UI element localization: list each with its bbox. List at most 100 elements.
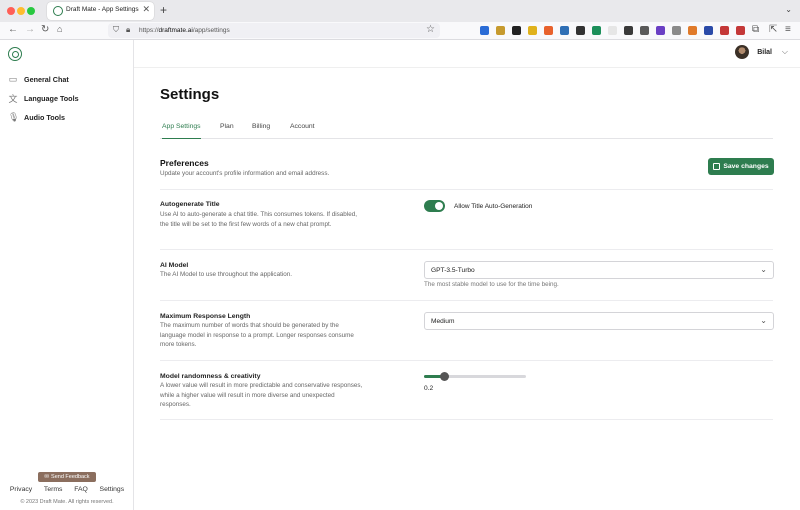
randomness-value: 0.2 [424,385,434,392]
header-divider [134,67,800,68]
divider [160,300,773,301]
user-name[interactable]: Bilal [757,49,772,56]
puzzle-icon[interactable]: ⧉ [752,24,759,35]
forward-arrow-icon[interactable]: → [25,24,35,35]
footer-link-privacy[interactable]: Privacy [10,486,32,493]
page-title: Settings [160,86,220,103]
sidebar-item-label: Language Tools [24,93,79,103]
title-autogen-toggle[interactable] [424,200,445,212]
browser-tab[interactable]: Draft Mate - App Settings ✕ [47,2,154,20]
extension-icon[interactable] [544,26,553,35]
divider [160,189,773,190]
ai-model-select[interactable]: GPT-3.5-Turbo ⌄ [424,261,774,279]
slider-thumb[interactable] [439,372,449,381]
tab-plan[interactable]: Plan [220,123,234,139]
chevron-down-icon[interactable]: ⌄ [785,5,792,14]
avatar[interactable] [735,45,750,59]
extension-icon[interactable] [672,26,681,35]
draftmate-logo-icon[interactable] [8,47,22,61]
toggle-label[interactable]: Allow Title Auto-Generation [454,203,532,210]
settings-tabs: App Settings Plan Billing Account [160,122,773,139]
browser-tab-bar: Draft Mate - App Settings ✕ + ⌄ [0,0,800,22]
extension-icon[interactable] [512,26,521,35]
chevron-down-icon: ⌄ [760,265,767,274]
extension-toolbar [480,26,745,36]
sidebar-item-label: Audio Tools [24,112,65,122]
save-changes-button[interactable]: Save changes [708,158,774,175]
microphone-icon: 🎙︎ [8,111,20,122]
bookmark-star-icon[interactable]: ☆ [426,24,435,35]
ai-model-desc: The AI Model to use throughout the appli… [160,271,292,278]
send-feedback-label: Send Feedback [51,474,90,480]
randomness-slider[interactable] [424,372,526,381]
save-icon [713,163,721,170]
extension-icon[interactable] [688,26,697,35]
save-changes-label: Save changes [723,163,769,170]
tab-title: Draft Mate - App Settings [66,6,139,13]
max-length-title: Maximum Response Length [160,313,251,320]
preferences-title: Preferences [160,158,209,168]
extension-icon[interactable] [480,26,489,35]
extension-icon[interactable] [624,26,633,35]
tab-close-icon[interactable]: ✕ [142,4,150,15]
preferences-subtitle: Update your account's profile informatio… [160,170,330,177]
draftmate-favicon-icon [53,6,63,16]
minimize-window-button[interactable] [17,7,25,15]
share-icon[interactable]: ⇱ [769,24,777,35]
ai-model-title: AI Model [160,262,189,269]
tab-account[interactable]: Account [290,123,315,139]
max-length-select[interactable]: Medium ⌄ [424,312,774,330]
home-icon[interactable]: ⌂ [57,24,62,34]
translate-icon: 文 [8,93,18,104]
send-feedback-button[interactable]: ✉ Send Feedback [38,472,96,482]
url-text[interactable]: https://draftmate.ai/app/settings [139,27,230,34]
sidebar-item-general-chat[interactable]: ▭ General Chat [8,72,69,86]
footer-link-faq[interactable]: FAQ [74,486,88,493]
extension-icon[interactable] [704,26,713,35]
address-bar[interactable]: ⛉ 🔒︎ https://draftmate.ai/app/settings ☆ [108,23,440,38]
extension-icon[interactable] [736,26,745,35]
lock-icon[interactable]: 🔒︎ [126,25,130,35]
divider [160,249,773,250]
ai-model-help: The most stable model to use for the tim… [424,281,559,288]
new-tab-button[interactable]: + [160,3,167,17]
extension-icon[interactable] [656,26,665,35]
user-menu[interactable]: Bilal [735,45,772,59]
divider [160,360,773,361]
sidebar-item-language-tools[interactable]: 文 Language Tools [8,91,79,105]
max-length-value: Medium [431,318,455,325]
sidebar: ▭ General Chat 文 Language Tools 🎙︎ Audio… [0,40,134,510]
chevron-down-icon[interactable]: ⌵ [782,47,788,57]
zoom-window-button[interactable] [27,7,35,15]
menu-icon[interactable]: ≡ [785,24,791,35]
copyright: © 2023 Draft Mate. All rights reserved. [20,499,114,505]
extension-icon[interactable] [496,26,505,35]
randomness-desc: A lower value will result in more predic… [160,382,363,408]
extension-icon[interactable] [528,26,537,35]
feedback-icon: ✉ [44,474,50,480]
max-length-desc: The maximum number of words that should … [160,322,354,348]
footer-link-terms[interactable]: Terms [44,486,63,493]
extension-icon[interactable] [640,26,649,35]
chevron-down-icon: ⌄ [760,316,767,325]
tab-billing[interactable]: Billing [252,123,270,139]
shield-icon[interactable]: ⛉ [113,25,119,35]
extension-icon[interactable] [560,26,569,35]
footer-links: Privacy Terms FAQ Settings [0,486,134,493]
autogen-desc: Use AI to auto-generate a chat title. Th… [160,211,357,228]
extension-icon[interactable] [608,26,617,35]
extension-icon[interactable] [720,26,729,35]
randomness-title: Model randomness & creativity [160,373,261,380]
chat-bubble-icon: ▭ [8,73,18,84]
autogen-title: Autogenerate Title [160,201,220,208]
sidebar-item-label: General Chat [24,74,69,84]
footer-link-settings[interactable]: Settings [100,486,125,493]
reload-icon[interactable]: ↻ [41,24,49,35]
extension-icon[interactable] [576,26,585,35]
sidebar-item-audio-tools[interactable]: 🎙︎ Audio Tools [8,110,65,124]
tab-app-settings[interactable]: App Settings [162,123,201,139]
extension-icon[interactable] [592,26,601,35]
browser-nav-bar: ← → ↻ ⌂ ⛉ 🔒︎ https://draftmate.ai/app/se… [0,22,800,40]
close-window-button[interactable] [7,7,15,15]
back-arrow-icon[interactable]: ← [8,24,18,35]
